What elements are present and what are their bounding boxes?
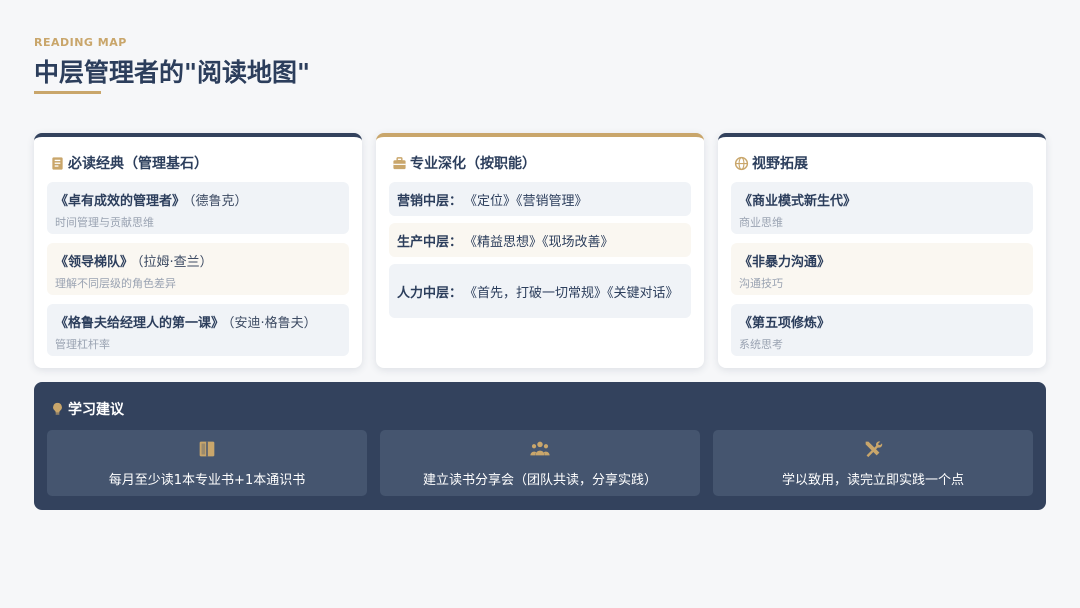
book-author: （拉姆·查兰）	[137, 255, 213, 270]
book-icon	[52, 156, 63, 170]
card-classics: 必读经典（管理基石） 《卓有成效的管理者》 （德鲁克） 时间管理与贡献思维 《领导…	[34, 133, 362, 368]
tip-text: 每月至少读1本专业书+1本通识书	[108, 473, 306, 488]
advice-title: 学习建议	[68, 402, 124, 418]
eyebrow-label: READING MAP	[34, 36, 127, 49]
page-title: 中层管理者的"阅读地图"	[34, 58, 311, 87]
card-classics-header: 必读经典（管理基石）	[50, 153, 208, 173]
book-title: 《领导梯队》	[55, 255, 134, 270]
book-item: 《卓有成效的管理者》 （德鲁克） 时间管理与贡献思维	[47, 182, 349, 234]
book-title: 《第五项修炼》	[739, 316, 831, 331]
globe-icon	[734, 156, 749, 170]
briefcase-icon	[393, 156, 406, 169]
role-books: 《精益思想》《现场改善》	[464, 234, 614, 250]
role-books: 《首先，打破一切常规》《关键对话》	[464, 285, 679, 301]
card-specialization-title: 专业深化（按职能）	[410, 156, 536, 172]
book-item: 《领导梯队》 （拉姆·查兰） 理解不同层级的角色差异	[47, 243, 349, 295]
role-books: 《定位》《营销管理》	[464, 193, 588, 209]
book-title: 《商业模式新生代》	[739, 194, 857, 209]
book-item: 《商业模式新生代》 商业思维	[731, 182, 1033, 234]
tip-text: 学以致用，读完立即实践一个点	[781, 473, 964, 488]
advice-panel: 学习建议 每月至少读1本专业书+1本通识书 建立读书分享会（团队共读，分享实践）…	[34, 382, 1046, 510]
role-item: 营销中层： 《定位》《营销管理》	[389, 182, 691, 216]
book-author: （德鲁克）	[189, 194, 248, 209]
card-specialization: 专业深化（按职能） 营销中层： 《定位》《营销管理》 生产中层： 《精益思想》《…	[376, 133, 704, 368]
book-note: 商业思维	[739, 216, 783, 229]
tip-card: 每月至少读1本专业书+1本通识书	[47, 430, 367, 496]
book-title: 《非暴力沟通》	[739, 255, 831, 270]
book-author: （安迪·格鲁夫）	[228, 316, 317, 331]
role-label: 人力中层：	[397, 285, 463, 301]
card-horizon-title: 视野拓展	[752, 156, 808, 172]
open-book-icon	[199, 441, 215, 457]
book-title: 《格鲁夫给经理人的第一课》	[55, 316, 225, 331]
book-note: 管理杠杆率	[55, 338, 110, 351]
tip-card: 建立读书分享会（团队共读，分享实践）	[380, 430, 700, 496]
book-item: 《第五项修炼》 系统思考	[731, 304, 1033, 356]
book-note: 理解不同层级的角色差异	[55, 277, 176, 290]
role-label: 生产中层：	[397, 234, 463, 250]
card-horizon: 视野拓展 《商业模式新生代》 商业思维 《非暴力沟通》 沟通技巧 《第五项修炼》…	[718, 133, 1046, 368]
tip-text: 建立读书分享会（团队共读，分享实践）	[422, 473, 657, 488]
role-item: 生产中层： 《精益思想》《现场改善》	[389, 223, 691, 257]
role-item: 人力中层： 《首先，打破一切常规》《关键对话》	[389, 264, 691, 318]
tools-icon	[865, 441, 883, 458]
lightbulb-icon	[53, 402, 62, 415]
title-underline	[34, 91, 101, 94]
card-horizon-header: 视野拓展	[734, 153, 808, 173]
book-note: 时间管理与贡献思维	[55, 216, 154, 229]
advice-header: 学习建议	[50, 399, 124, 419]
book-item: 《非暴力沟通》 沟通技巧	[731, 243, 1033, 295]
book-note: 沟通技巧	[739, 277, 783, 290]
tip-card: 学以致用，读完立即实践一个点	[713, 430, 1033, 496]
book-item: 《格鲁夫给经理人的第一课》 （安迪·格鲁夫） 管理杠杆率	[47, 304, 349, 356]
book-note: 系统思考	[739, 338, 783, 351]
book-title: 《卓有成效的管理者》	[55, 194, 186, 209]
card-specialization-header: 专业深化（按职能）	[392, 153, 536, 173]
team-icon	[530, 441, 550, 456]
role-label: 营销中层：	[397, 193, 463, 209]
card-classics-title: 必读经典（管理基石）	[68, 156, 208, 172]
